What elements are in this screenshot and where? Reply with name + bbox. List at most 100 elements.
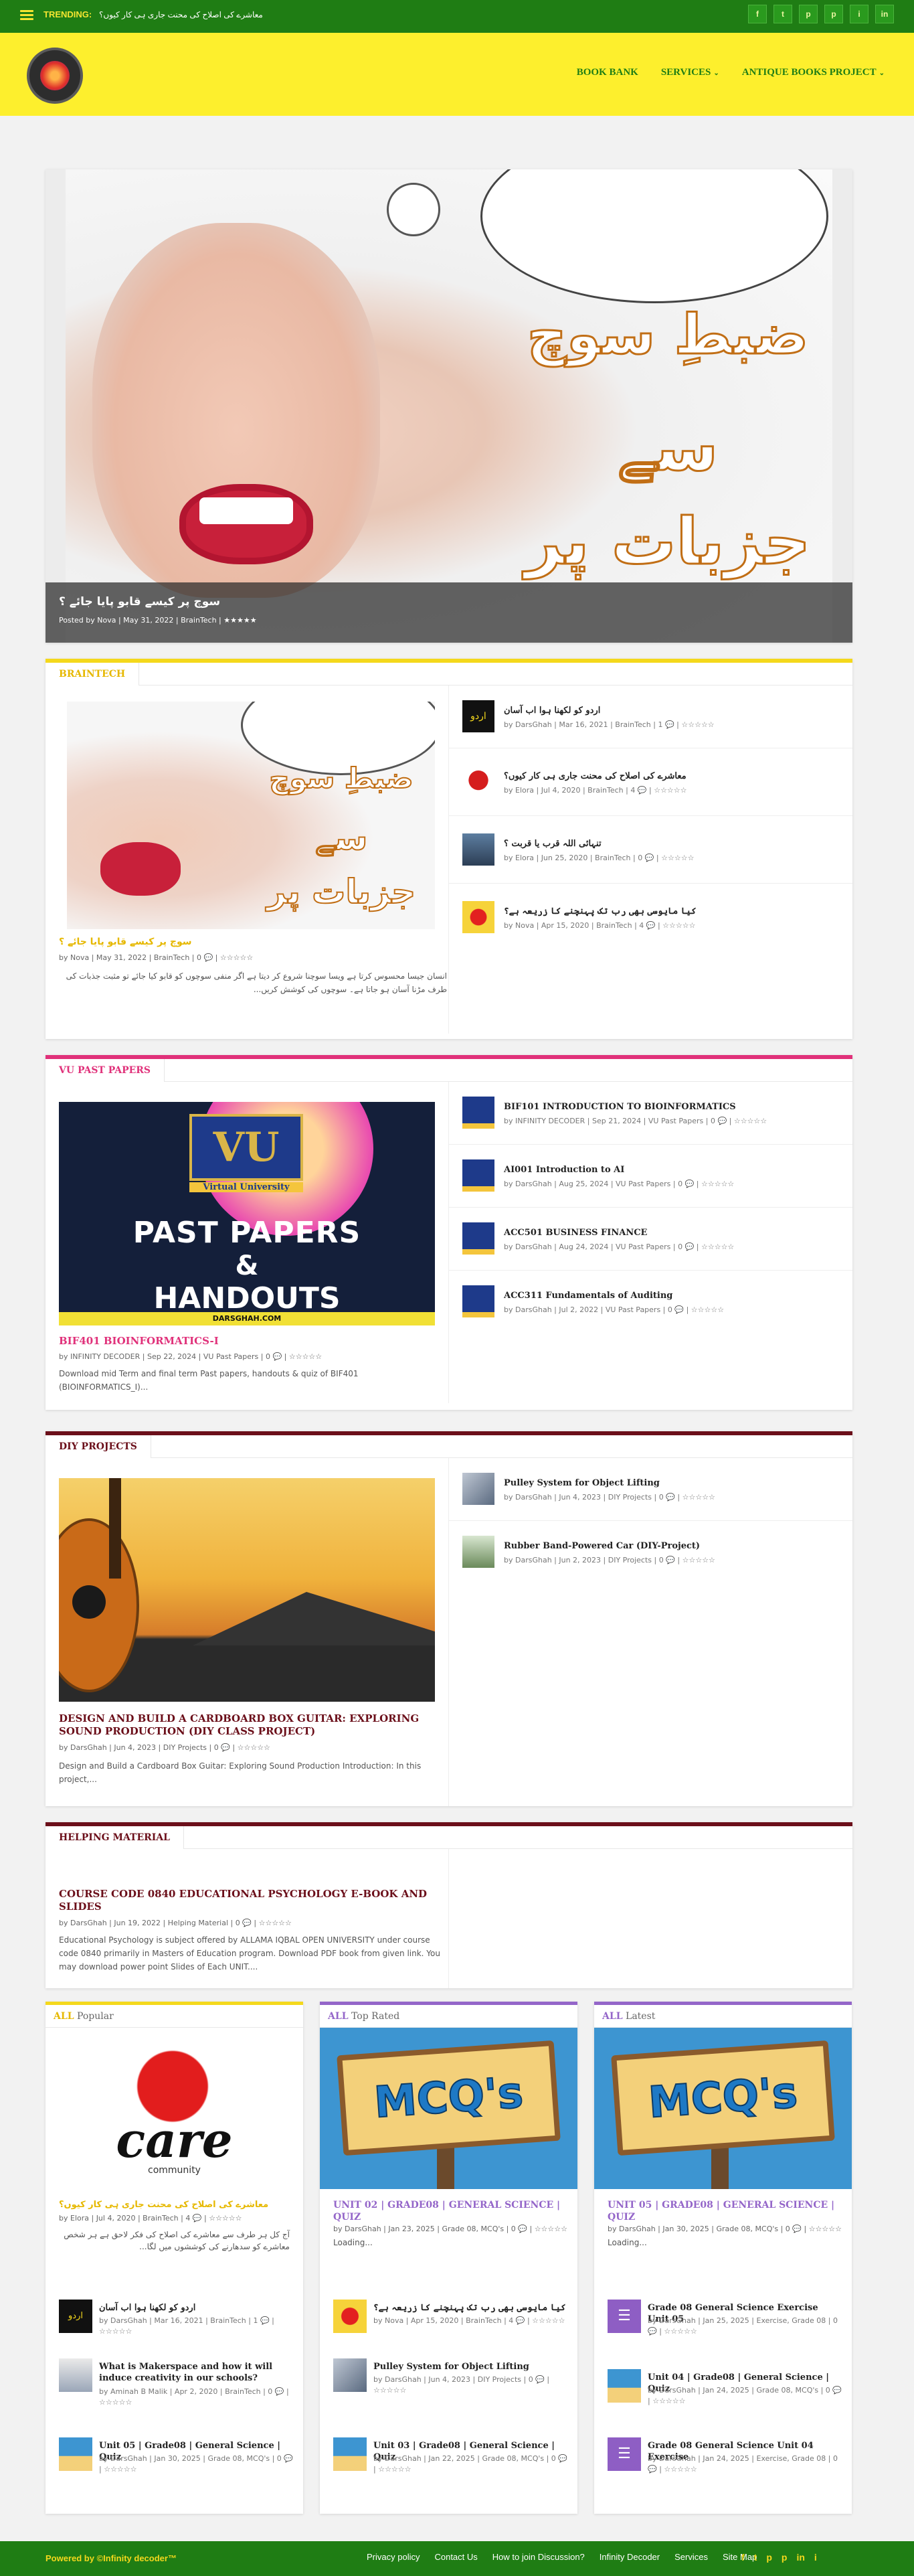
list-item[interactable]: Pulley System for Object Lifting by Dars… (449, 1458, 852, 1521)
pinterest-icon[interactable]: p (799, 5, 818, 23)
featured-image[interactable]: VU Virtual University PAST PAPERS & HAND… (59, 1102, 435, 1325)
list-item[interactable]: Unit 03 | Grade08 | General Science | Qu… (320, 2437, 577, 2504)
list-item-title[interactable]: Rubber Band-Powered Car (DIY-Project) (504, 1541, 865, 1551)
list-item[interactable]: Pulley System for Object Lifting by Dars… (320, 2358, 577, 2425)
facebook-icon[interactable]: f (748, 5, 767, 23)
footer-link-contact[interactable]: Contact Us (434, 2552, 477, 2562)
list-item-title[interactable]: BIF101 INTRODUCTION TO BIOINFORMATICS (504, 1102, 865, 1112)
footer-link-join[interactable]: How to join Discussion? (492, 2552, 585, 2562)
twitter-icon[interactable]: t (773, 5, 792, 23)
section-title[interactable]: HELPING MATERIAL (45, 1826, 185, 1849)
section-title[interactable]: VU PAST PAPERS (45, 1059, 165, 1082)
hero-image-text: جزبات پر (524, 503, 812, 580)
widget-heading[interactable]: Popular (77, 2011, 114, 2022)
list-item[interactable]: ACC501 BUSINESS FINANCE by DarsGhah | Au… (449, 1208, 852, 1271)
section-title[interactable]: DIY PROJECTS (45, 1435, 151, 1458)
menu-icon[interactable] (20, 10, 33, 21)
list-item[interactable]: BIF101 INTRODUCTION TO BIOINFORMATICS by… (449, 1082, 852, 1145)
linkedin-icon[interactable]: in (796, 2552, 804, 2563)
image-text: care (116, 2111, 233, 2168)
list-item[interactable]: ACC311 Fundamentals of Auditing by DarsG… (449, 1271, 852, 1334)
sign-board: MCQ's (337, 2040, 561, 2156)
list-item[interactable]: اردو اردو کو لکھنا ہوا اب آسان by DarsGh… (449, 686, 852, 748)
featured-post: ضبطِ سوچ سے جزبات پر سوچ پر کیسے قابو پا… (59, 695, 454, 1030)
featured-title[interactable]: BIF401 BIOINFORMATICS-I (59, 1335, 219, 1348)
instagram-icon[interactable]: i (814, 2552, 817, 2563)
featured-title[interactable]: DESIGN AND BUILD A CARDBOARD BOX GUITAR:… (59, 1712, 420, 1738)
list-item-meta: by DarsGhah | Mar 16, 2021 | BrainTech |… (504, 720, 715, 729)
post-thumbnail (333, 2358, 367, 2392)
list-item-title[interactable]: تنہائی اللہ قرب یا قربت ؟ (504, 839, 865, 849)
list-item-title[interactable]: کیا مایوسی بھی رب تک پہنچنے کا زریعہ ہے؟ (373, 2302, 567, 2314)
nav-book-bank[interactable]: BOOK BANK (577, 67, 638, 78)
widget-popular: ALL Popular care community معاشرے کی اصل… (45, 2002, 303, 2514)
list-item[interactable]: ☰ Grade 08 General Science Unit 04 Exerc… (594, 2437, 852, 2504)
list-item[interactable]: Unit 05 | Grade08 | General Science | Qu… (45, 2437, 303, 2504)
featured-image[interactable] (59, 1478, 435, 1702)
pinterest-alt-icon[interactable]: p (824, 5, 843, 23)
widget-prefix: ALL (328, 2011, 349, 2022)
featured-title[interactable]: COURSE CODE 0840 EDUCATIONAL PSYCHOLOGY … (59, 1888, 434, 1913)
list-item-title[interactable]: What is Makerspace and how it will induc… (99, 2361, 293, 2384)
list-item-meta: by DarsGhah | Jan 22, 2025 | Grade 08, M… (373, 2454, 567, 2474)
list-item-meta: by INFINITY DECODER | Sep 21, 2024 | VU … (504, 1117, 767, 1125)
list-item-title[interactable]: کیا مایوسی بھی رب تک پہنچنے کا زریعہ ہے؟ (504, 906, 865, 916)
twitter-icon[interactable]: t (754, 2552, 757, 2563)
footer-link-privacy[interactable]: Privacy policy (367, 2552, 420, 2562)
list-item[interactable]: کیا مایوسی بھی رب تک پہنچنے کا زریعہ ہے؟… (449, 884, 852, 951)
hero-title[interactable]: سوچ پر کیسے قابو پایا جائے ؟ (59, 594, 220, 609)
facebook-icon[interactable]: f (741, 2552, 745, 2563)
pinterest-icon[interactable]: p (766, 2552, 772, 2563)
list-item-title[interactable]: Pulley System for Object Lifting (373, 2361, 567, 2372)
list-item[interactable]: Rubber Band-Powered Car (DIY-Project) by… (449, 1521, 852, 1584)
hero-slider[interactable]: ضبطِ سوچ سے جزبات پر سوچ پر کیسے قابو پا… (45, 169, 852, 643)
list-item[interactable]: ☰ Grade 08 General Science Exercise Unit… (594, 2300, 852, 2366)
instagram-icon[interactable]: i (850, 5, 869, 23)
list-item[interactable]: AI001 Introduction to AI by DarsGhah | A… (449, 1145, 852, 1208)
post-thumbnail (59, 2437, 92, 2471)
image-text: جزبات پر (266, 872, 416, 912)
image-text: سے (314, 818, 368, 858)
list-item[interactable]: کیا مایوسی بھی رب تک پہنچنے کا زریعہ ہے؟… (320, 2300, 577, 2366)
list-item[interactable]: What is Makerspace and how it will induc… (45, 2358, 303, 2425)
widget-top-rated: ALL Top Rated MCQ's UNIT 02 | GRADE08 | … (320, 2002, 577, 2514)
nav-services[interactable]: SERVICES ⌄ (661, 67, 719, 78)
list-item-title[interactable]: معاشرے کی اصلاح کی محنت جاری ہی کار کیوں… (504, 771, 865, 781)
site-logo[interactable] (27, 48, 83, 104)
list-item[interactable]: Unit 04 | Grade08 | General Science | Qu… (594, 2369, 852, 2436)
featured-image[interactable]: ضبطِ سوچ سے جزبات پر (67, 702, 435, 929)
vu-image-heading: & (235, 1251, 259, 1281)
trending-link[interactable]: معاشرے کی اصلاح کی محنت جاری ہی کار کیوں… (99, 10, 263, 19)
section-title[interactable]: BRAINTECH (45, 663, 140, 686)
widget-heading[interactable]: Top Rated (351, 2011, 399, 2022)
logo-emblem (40, 61, 70, 90)
widget-heading[interactable]: Latest (626, 2011, 655, 2022)
list-item-title[interactable]: اردو کو لکھنا ہوا اب آسان (99, 2302, 293, 2314)
featured-title[interactable]: UNIT 02 | GRADE08 | GENERAL SCIENCE | QU… (333, 2199, 564, 2223)
featured-title[interactable]: معاشرے کی اصلاح کی محنت جاری ہی کار کیوں… (59, 2199, 290, 2211)
nav-antique-books[interactable]: ANTIQUE BOOKS PROJECT ⌄ (742, 67, 885, 78)
list-item[interactable]: اردو اردو کو لکھنا ہوا اب آسان by DarsGh… (45, 2300, 303, 2366)
featured-image[interactable]: MCQ's (594, 2028, 852, 2189)
vu-image-heading: PAST PAPERS (132, 1216, 361, 1250)
list-item-title[interactable]: ACC501 BUSINESS FINANCE (504, 1228, 865, 1238)
featured-image[interactable]: care community (45, 2028, 303, 2189)
section-diy-projects: DIY PROJECTS DESIGN AND BUILD A CARDBOAR… (45, 1431, 852, 1806)
list-item[interactable]: تنہائی اللہ قرب یا قربت ؟ by Elora | Jun… (449, 816, 852, 884)
list-item-title[interactable]: ACC311 Fundamentals of Auditing (504, 1291, 865, 1301)
section-header: HELPING MATERIAL (45, 1826, 852, 1849)
footer-link-infinity[interactable]: Infinity Decoder (600, 2552, 660, 2562)
list-item-title[interactable]: Pulley System for Object Lifting (504, 1478, 865, 1488)
featured-title[interactable]: UNIT 05 | GRADE08 | GENERAL SCIENCE | QU… (608, 2199, 838, 2223)
list-item[interactable]: معاشرے کی اصلاح کی محنت جاری ہی کار کیوں… (449, 748, 852, 816)
featured-title[interactable]: سوچ پر کیسے قابو پایا جائے ؟ (59, 936, 192, 949)
footer-link-services[interactable]: Services (674, 2552, 708, 2562)
list-item-title[interactable]: AI001 Introduction to AI (504, 1165, 865, 1175)
section-header: DIY PROJECTS (45, 1435, 852, 1458)
list-item-meta: by DarsGhah | Jun 4, 2023 | DIY Projects… (504, 1493, 715, 1502)
pinterest-alt-icon[interactable]: p (782, 2552, 788, 2563)
featured-image[interactable]: MCQ's (320, 2028, 577, 2189)
list-item-title[interactable]: اردو کو لکھنا ہوا اب آسان (504, 706, 865, 716)
document-icon: ☰ (608, 2437, 641, 2471)
linkedin-icon[interactable]: in (875, 5, 894, 23)
